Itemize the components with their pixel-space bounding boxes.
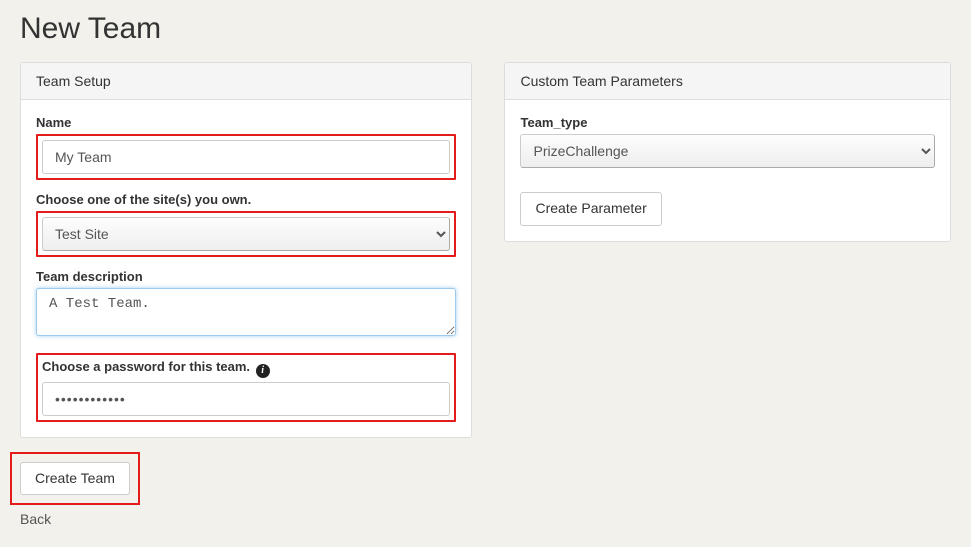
site-select[interactable]: Test Site xyxy=(42,217,450,251)
password-input[interactable] xyxy=(42,382,450,416)
create-team-button[interactable]: Create Team xyxy=(20,462,130,496)
password-highlight: Choose a password for this team. i xyxy=(36,353,456,422)
password-label-text: Choose a password for this team. xyxy=(42,359,250,374)
name-label: Name xyxy=(36,115,456,130)
name-highlight xyxy=(36,134,456,180)
password-label: Choose a password for this team. i xyxy=(42,359,450,378)
team-setup-heading: Team Setup xyxy=(21,63,471,100)
team-setup-panel: Team Setup Name Choose one of the site(s… xyxy=(20,62,472,438)
info-icon[interactable]: i xyxy=(256,364,270,378)
team-type-label: Team_type xyxy=(520,115,935,130)
custom-params-heading: Custom Team Parameters xyxy=(505,63,950,100)
page-title: New Team xyxy=(20,12,951,46)
description-textarea[interactable] xyxy=(36,288,456,336)
custom-params-panel: Custom Team Parameters Team_type PrizeCh… xyxy=(504,62,951,242)
back-link[interactable]: Back xyxy=(20,511,472,527)
site-highlight: Test Site xyxy=(36,211,456,257)
create-team-highlight: Create Team xyxy=(10,452,140,506)
create-parameter-button[interactable]: Create Parameter xyxy=(520,192,661,226)
site-label: Choose one of the site(s) you own. xyxy=(36,192,456,207)
team-type-select[interactable]: PrizeChallenge xyxy=(520,134,935,168)
name-input[interactable] xyxy=(42,140,450,174)
description-label: Team description xyxy=(36,269,456,284)
